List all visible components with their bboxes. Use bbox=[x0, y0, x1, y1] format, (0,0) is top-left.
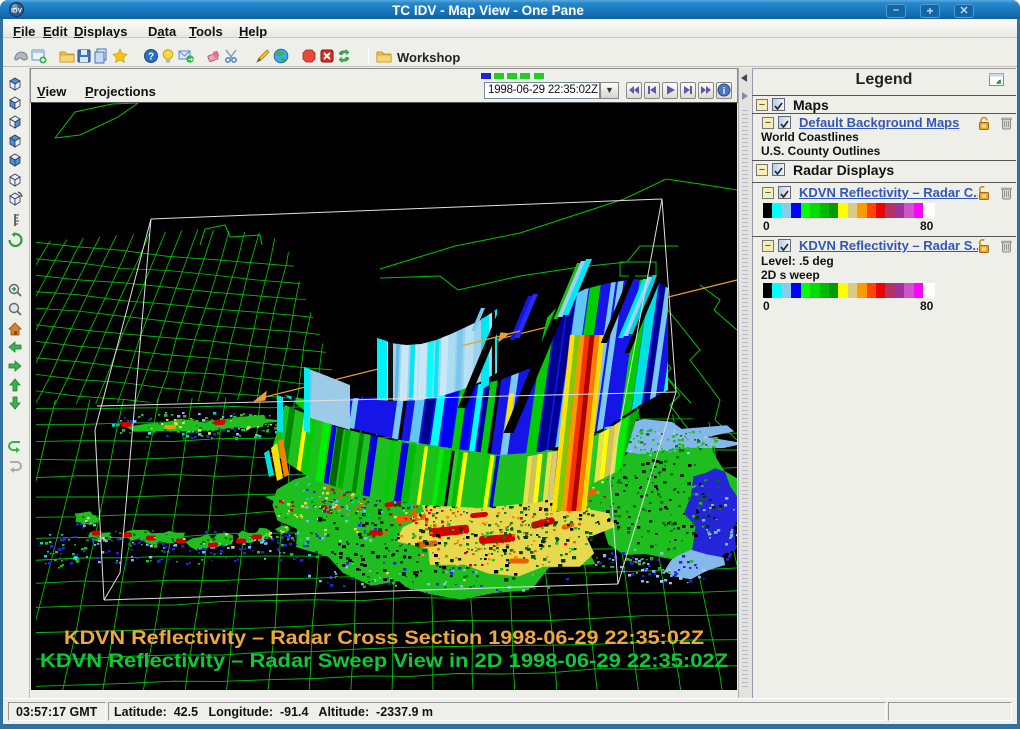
svg-text:KDVN Reflectivity – Radar Cros: KDVN Reflectivity – Radar Cross Section … bbox=[64, 628, 704, 649]
svg-text:?: ? bbox=[148, 52, 154, 63]
svg-text:KDVN Reflectivity – Radar Swee: KDVN Reflectivity – Radar Sweep View in … bbox=[40, 651, 728, 672]
